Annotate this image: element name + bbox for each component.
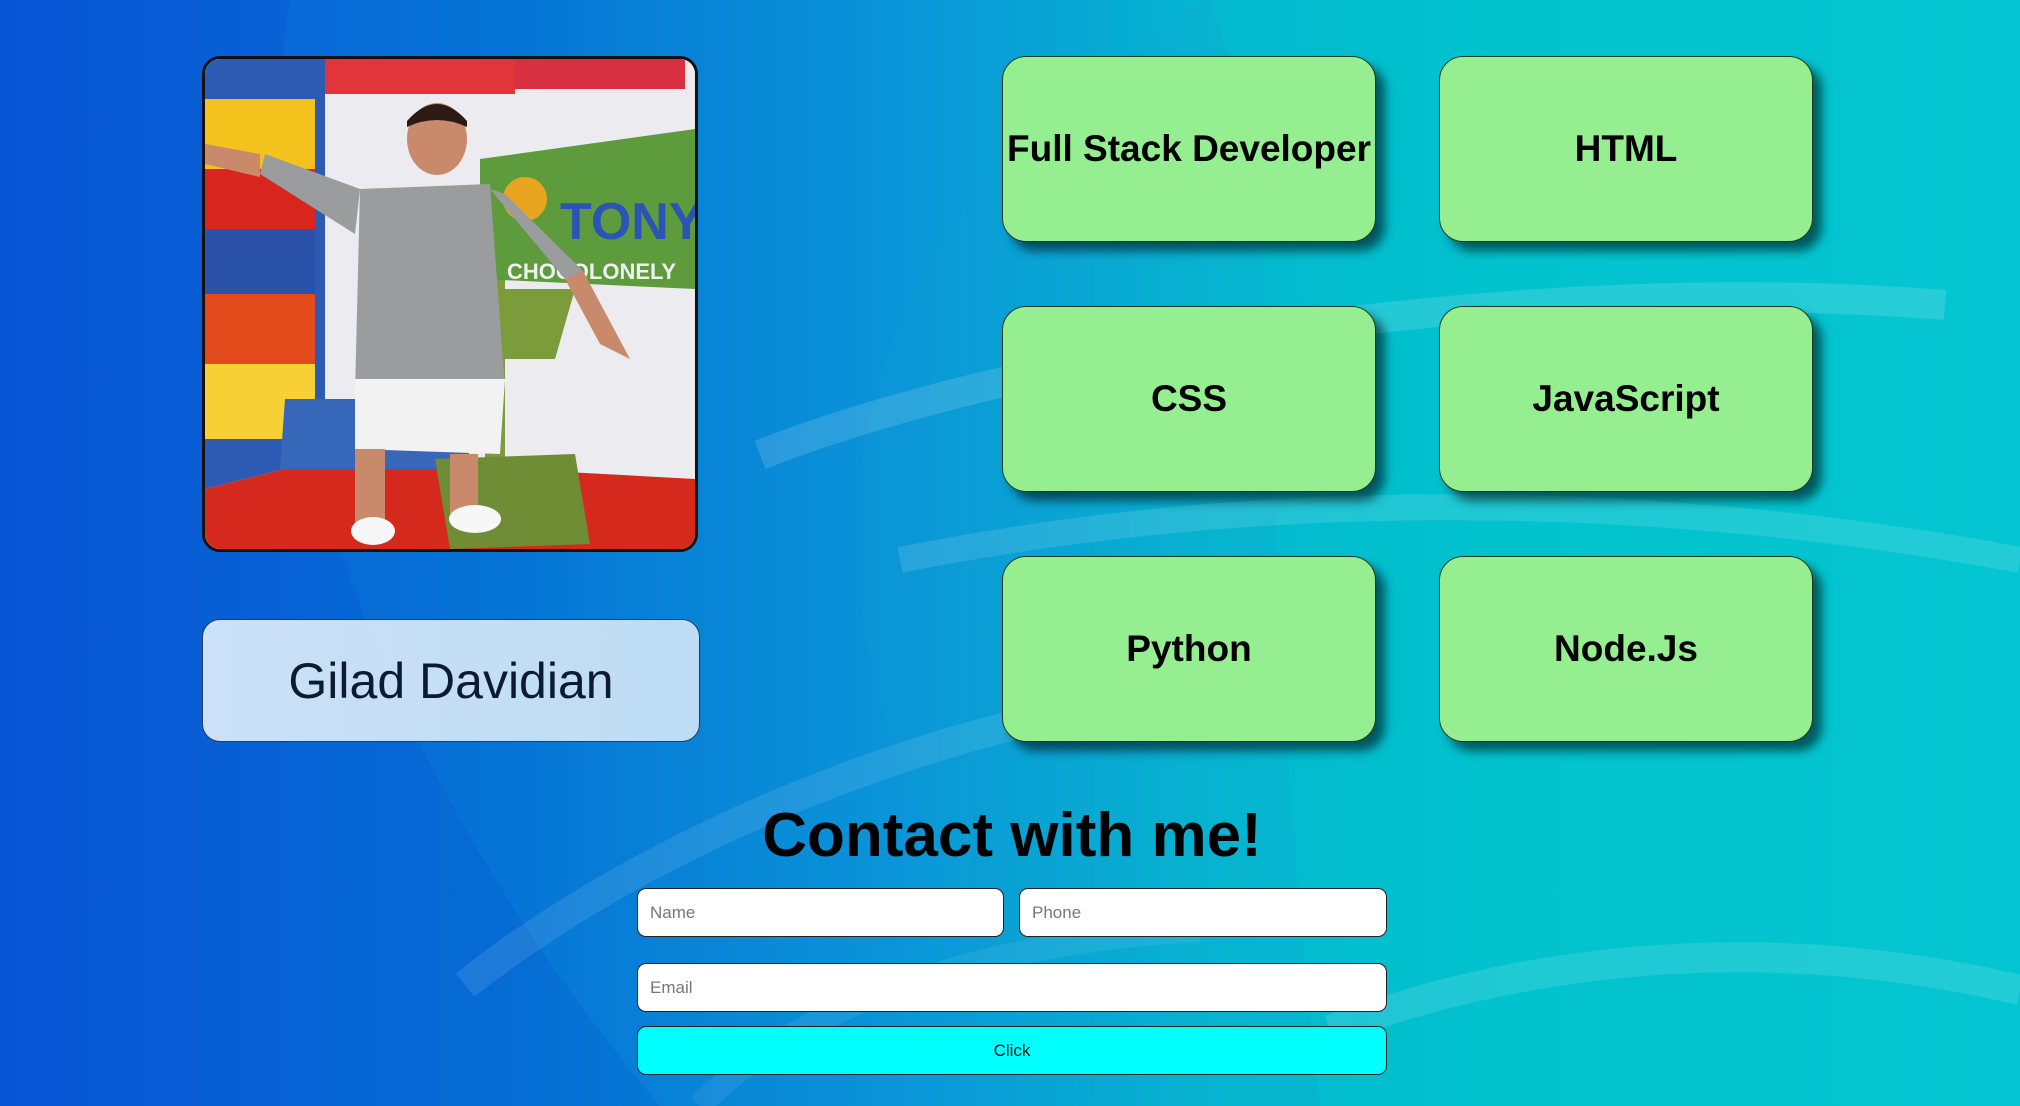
profile-photo: TONY'S CHOCOLONELY xyxy=(202,56,698,552)
skill-label: Python xyxy=(1126,628,1252,669)
skill-card-javascript: JavaScript xyxy=(1439,306,1813,492)
profile-photo-illustration: TONY'S CHOCOLONELY xyxy=(205,59,695,549)
skill-card-full-stack-developer: Full Stack Developer xyxy=(1002,56,1376,242)
submit-button[interactable]: Click xyxy=(637,1026,1387,1075)
phone-input[interactable] xyxy=(1019,888,1387,937)
skill-card-html: HTML xyxy=(1439,56,1813,242)
name-input[interactable] xyxy=(637,888,1004,937)
skill-label: HTML xyxy=(1574,128,1678,169)
skill-label: Full Stack Developer xyxy=(1007,128,1371,169)
contact-title: Contact with me! xyxy=(762,801,1262,870)
profile-name: Gilad Davidian xyxy=(288,652,614,709)
skill-card-nodejs: Node.Js xyxy=(1439,556,1813,742)
skill-label: JavaScript xyxy=(1532,378,1720,419)
skill-card-python: Python xyxy=(1002,556,1376,742)
name-card: Gilad Davidian xyxy=(202,619,700,742)
sign-brand-text: TONY'S xyxy=(560,193,695,251)
skill-label: Node.Js xyxy=(1554,628,1698,669)
email-input[interactable] xyxy=(637,963,1387,1012)
skill-label: CSS xyxy=(1150,378,1228,419)
skill-card-css: CSS xyxy=(1002,306,1376,492)
sign-brand-subtext: CHOCOLONELY xyxy=(507,259,676,284)
